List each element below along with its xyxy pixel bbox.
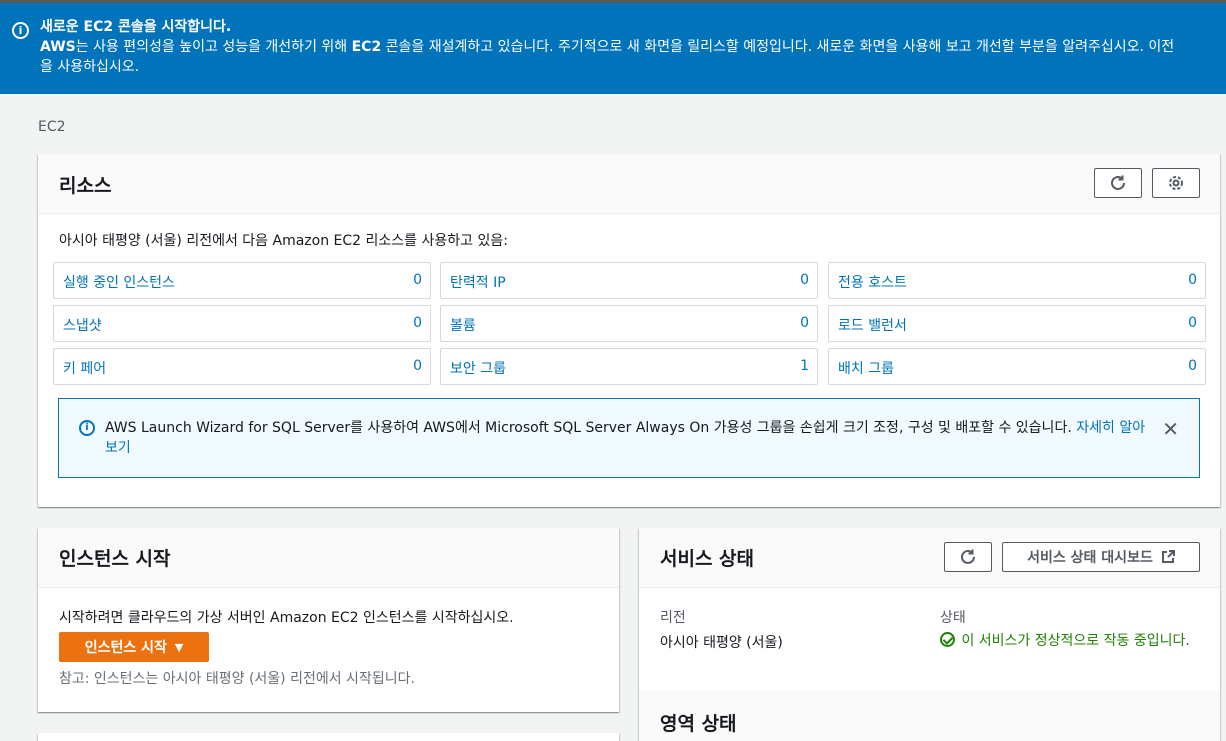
- resources-header: 리소스: [38, 154, 1220, 214]
- resource-security-groups[interactable]: 보안 그룹 1: [440, 348, 818, 385]
- resource-load-balancers[interactable]: 로드 밸런서 0: [828, 305, 1206, 342]
- launch-instance-button[interactable]: 인스턴스 시작 ▼: [59, 632, 209, 662]
- resource-placement-groups[interactable]: 배치 그룹 0: [828, 348, 1206, 385]
- service-health-header: 서비스 상태 서비스 상태 대시보드: [639, 528, 1220, 588]
- gear-icon: [1169, 176, 1183, 190]
- launch-instance-panel: 인스턴스 시작 시작하려면 클라우드의 가상 서버인 Amazon EC2 인스…: [38, 528, 619, 712]
- info-icon: i: [12, 22, 29, 39]
- refresh-icon: [1111, 175, 1125, 190]
- launch-note: 참고: 인스턴스는 아시아 태평양 (서울) 리전에서 시작됩니다.: [59, 671, 415, 687]
- launch-header: 인스턴스 시작: [38, 528, 619, 588]
- caret-down-icon: ▼: [174, 640, 184, 654]
- close-icon[interactable]: ✕: [1162, 419, 1179, 439]
- launch-wizard-alert: i AWS Launch Wizard for SQL Server를 사용하여…: [58, 398, 1200, 478]
- refresh-icon: [961, 549, 975, 564]
- resource-volumes[interactable]: 볼륨 0: [440, 305, 818, 342]
- refresh-button[interactable]: [1094, 168, 1142, 198]
- zone-status-title: 영역 상태: [660, 713, 737, 735]
- check-circle-icon: [940, 632, 955, 647]
- launch-description: 시작하려면 클라우드의 가상 서버인 Amazon EC2 인스턴스를 시작하십…: [59, 610, 514, 626]
- resource-running-instances[interactable]: 실행 중인 인스턴스 0: [53, 262, 431, 299]
- service-health-title: 서비스 상태: [660, 548, 755, 570]
- next-panel: [38, 733, 619, 741]
- resource-elastic-ip[interactable]: 탄력적 IP 0: [440, 262, 818, 299]
- info-icon: i: [79, 420, 95, 436]
- service-health-panel: 서비스 상태 서비스 상태 대시보드 리전 아시아 태평양 (서울) 상태 이 …: [639, 528, 1220, 741]
- new-console-banner: i 새로운 EC2 콘솔을 시작합니다. AWS는 사용 편의성을 높이고 성능…: [0, 0, 1226, 94]
- banner-title: 새로운 EC2 콘솔을 시작합니다.: [40, 19, 232, 35]
- resource-dedicated-hosts[interactable]: 전용 호스트 0: [828, 262, 1206, 299]
- resource-key-pairs[interactable]: 키 페어 0: [53, 348, 431, 385]
- resources-intro: 아시아 태평양 (서울) 리전에서 다음 Amazon EC2 리소스를 사용하…: [59, 233, 508, 249]
- service-health-dashboard-button[interactable]: 서비스 상태 대시보드: [1002, 542, 1200, 572]
- region-value: 아시아 태평양 (서울): [660, 635, 783, 651]
- resource-snapshots[interactable]: 스냅샷 0: [53, 305, 431, 342]
- resources-panel: 리소스 아시아 태평양 (서울) 리전에서 다음 Amazon EC2 리소스를…: [38, 154, 1220, 507]
- external-link-icon: [1161, 550, 1175, 563]
- region-label: 리전: [660, 610, 686, 626]
- resources-title: 리소스: [59, 175, 112, 197]
- status-label: 상태: [940, 610, 966, 626]
- banner-body: AWS는 사용 편의성을 높이고 성능을 개선하기 위해 EC2 콘솔을 재설계…: [40, 39, 1175, 55]
- banner-body-line2: 을 사용하십시오.: [40, 59, 140, 75]
- launch-title: 인스턴스 시작: [59, 548, 171, 570]
- status-value: 이 서비스가 정상적으로 작동 중입니다.: [940, 631, 1190, 651]
- breadcrumb[interactable]: EC2: [38, 119, 66, 135]
- settings-button[interactable]: [1152, 168, 1200, 198]
- alert-text: AWS Launch Wizard for SQL Server를 사용하여 A…: [105, 420, 1146, 456]
- refresh-button[interactable]: [944, 542, 992, 572]
